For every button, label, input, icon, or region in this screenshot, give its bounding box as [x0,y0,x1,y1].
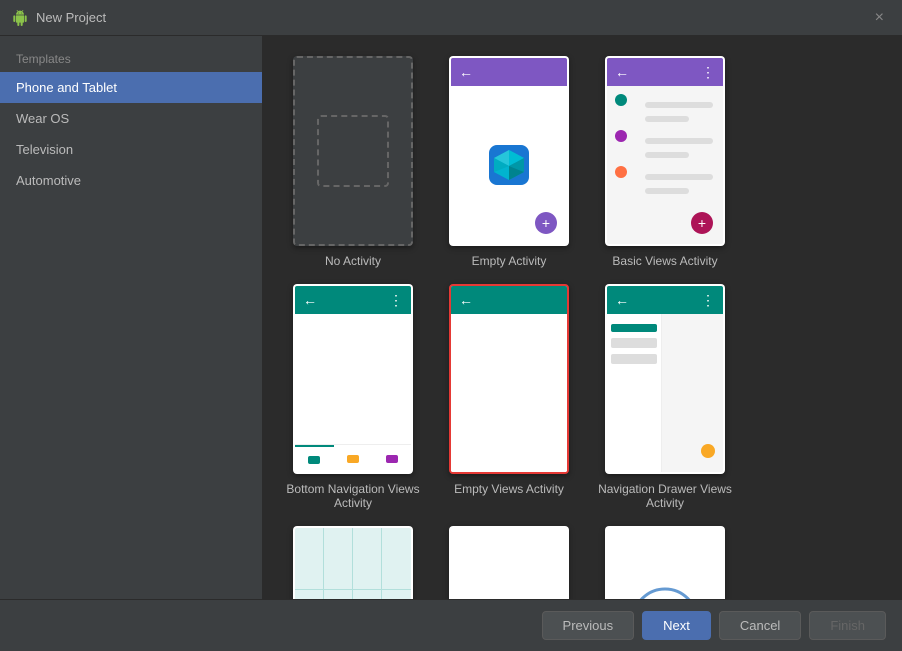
template-name-bottom-nav: Bottom Navigation Views Activity [283,482,423,510]
back-arrow-icon-4: ← [459,292,473,308]
phone-body-basic-views: + [607,86,723,244]
list-circle-3 [615,166,627,178]
template-empty-views[interactable]: ← Empty Views Activity [439,284,579,510]
list-line-1 [645,102,713,108]
three-dots-icon-3: ⋮ [701,292,715,309]
sidebar: Templates Phone and Tablet Wear OS Telev… [0,36,263,599]
list-line-3 [645,138,713,144]
sidebar-item-wear-os[interactable]: Wear OS [0,103,262,134]
template-preview-no-activity [293,56,413,246]
phone-body-bottom-nav [295,314,411,472]
template-preview-cpp: C++ + + [605,526,725,599]
template-name-nav-drawer: Navigation Drawer Views Activity [595,482,735,510]
bottom-nav-item-1 [295,445,334,472]
main-content: Templates Phone and Tablet Wear OS Telev… [0,36,902,599]
template-preview-game [449,526,569,599]
basic-views-fab: + [691,212,713,234]
nav-dot-1 [308,456,320,464]
sidebar-item-automotive[interactable]: Automotive [0,165,262,196]
list-row-1 [607,86,723,122]
template-nav-drawer[interactable]: ← ⋮ Navigation Drawer Views Activity [595,284,735,510]
template-basic-views[interactable]: ← ⋮ [595,56,735,268]
android-cube-logo [484,140,534,190]
list-row-3 [607,158,723,194]
next-button[interactable]: Next [642,611,711,640]
three-dots-icon-2: ⋮ [389,292,403,309]
sidebar-item-television[interactable]: Television [0,134,262,165]
template-game[interactable]: Game Activity [439,526,579,599]
template-no-activity[interactable]: No Activity [283,56,423,268]
template-preview-chart [293,526,413,599]
phone-header-nav-drawer: ← ⋮ [607,286,723,314]
template-name-empty-activity: Empty Activity [472,254,547,268]
template-preview-bottom-nav: ← ⋮ [293,284,413,474]
drawer-item-1 [611,324,657,332]
no-activity-box [317,115,389,187]
previous-button[interactable]: Previous [542,611,635,640]
cancel-button[interactable]: Cancel [719,611,801,640]
template-bottom-nav[interactable]: ← ⋮ B [283,284,423,510]
titlebar: New Project × [0,0,902,36]
list-line-6 [645,188,689,194]
android-icon [12,10,28,26]
back-arrow-icon-2: ← [615,64,629,80]
drawer-overlay [607,314,662,472]
drawer-fab [701,444,715,458]
back-arrow-icon: ← [459,64,473,80]
chart-body [295,528,411,599]
template-name-no-activity: No Activity [325,254,381,268]
nav-dot-2 [347,455,359,463]
empty-activity-fab: + [535,212,557,234]
template-name-basic-views: Basic Views Activity [612,254,717,268]
close-button[interactable]: × [869,7,890,29]
list-line-5 [645,174,713,180]
template-chart[interactable]: Activity Chart [283,526,423,599]
three-dots-icon: ⋮ [701,64,715,81]
finish-button[interactable]: Finish [809,611,886,640]
template-preview-basic-views: ← ⋮ [605,56,725,246]
window-title: New Project [36,10,869,25]
phone-body-nav-drawer [607,314,723,472]
drawer-item-3 [611,354,657,364]
template-preview-empty-views: ← [449,284,569,474]
template-preview-empty-activity: ← + [449,56,569,246]
back-arrow-icon-3: ← [303,292,317,308]
template-cpp[interactable]: C++ + + Native C++ [595,526,735,599]
sidebar-item-phone-tablet[interactable]: Phone and Tablet [0,72,262,103]
template-empty-activity[interactable]: ← + Empty Activ [439,56,579,268]
bottom-nav-item-2 [334,445,373,472]
nav-dot-3 [386,455,398,463]
bottom-nav-bar [295,444,411,472]
drawer-item-2 [611,338,657,348]
phone-header-empty-views: ← [451,286,567,314]
list-circle-2 [615,130,627,142]
template-preview-nav-drawer: ← ⋮ [605,284,725,474]
bottom-nav-item-3 [372,445,411,472]
back-arrow-icon-5: ← [615,292,629,308]
template-grid: No Activity ← [263,36,902,599]
template-name-empty-views: Empty Views Activity [454,482,564,496]
cpp-logo-icon: C++ + + [630,586,700,599]
list-circle-1 [615,94,627,106]
list-row-2 [607,122,723,158]
sidebar-section-label: Templates [0,44,262,72]
phone-body-empty-views [451,314,567,472]
phone-header-basic-views: ← ⋮ [607,58,723,86]
phone-header-bottom-nav: ← ⋮ [295,286,411,314]
footer: Previous Next Cancel Finish [0,599,902,651]
game-controller-icon [474,596,544,599]
phone-header-empty-activity: ← [451,58,567,86]
